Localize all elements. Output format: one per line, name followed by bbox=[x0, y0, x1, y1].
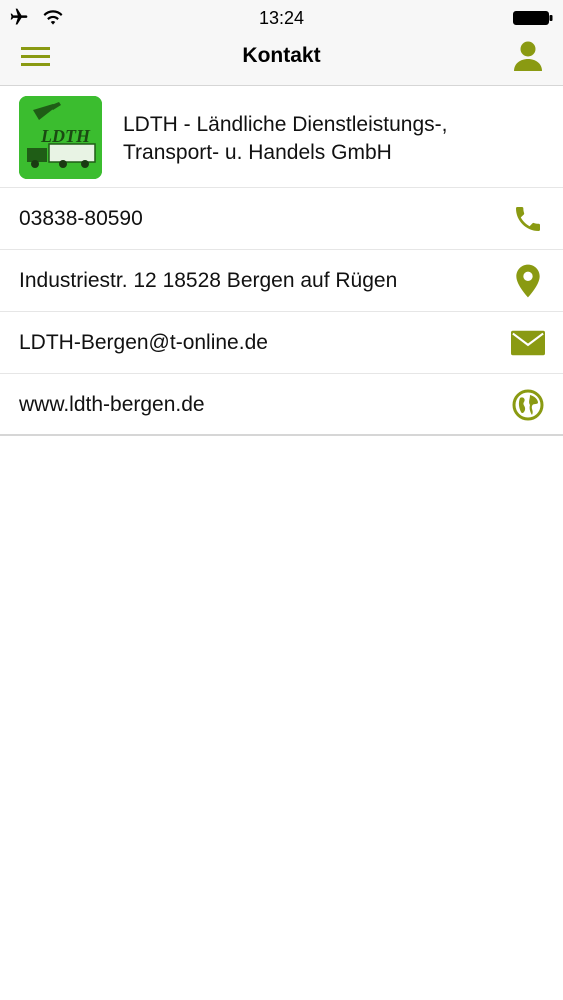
battery-icon bbox=[513, 11, 553, 25]
email-button[interactable] bbox=[511, 326, 545, 360]
mail-icon bbox=[511, 330, 545, 356]
phone-button[interactable] bbox=[511, 202, 545, 236]
profile-icon bbox=[514, 41, 542, 71]
logo-graphic: LDTH bbox=[19, 96, 102, 179]
map-button[interactable] bbox=[511, 264, 545, 298]
page-title: Kontakt bbox=[242, 44, 321, 67]
phone-icon bbox=[516, 207, 540, 231]
contact-row-website[interactable]: www.ldth-bergen.de bbox=[0, 374, 563, 436]
status-bar: 13:24 bbox=[0, 0, 563, 34]
status-time: 13:24 bbox=[258, 8, 305, 28]
contact-row-address[interactable]: Industriestr. 12 18528 Bergen auf Rügen bbox=[0, 250, 563, 312]
website-button[interactable] bbox=[511, 388, 545, 422]
email-address: LDTH-Bergen@t-online.de bbox=[19, 331, 268, 354]
contact-row-phone[interactable]: 03838-80590 bbox=[0, 188, 563, 250]
profile-button[interactable] bbox=[511, 39, 545, 73]
address: Industriestr. 12 18528 Bergen auf Rügen bbox=[19, 269, 398, 292]
nav-bar: Kontakt bbox=[0, 34, 563, 86]
website-url: www.ldth-bergen.de bbox=[19, 393, 205, 416]
svg-text:LDTH: LDTH bbox=[40, 126, 91, 146]
globe-icon bbox=[512, 389, 544, 421]
company-name-line1: LDTH - Ländliche Dienstleistungs-, bbox=[123, 113, 448, 136]
location-pin-icon bbox=[516, 264, 540, 298]
company-name-line2: Transport- u. Handels GmbH bbox=[123, 141, 392, 164]
contact-row-email[interactable]: LDTH-Bergen@t-online.de bbox=[0, 312, 563, 374]
company-logo: LDTH bbox=[19, 96, 102, 179]
company-header: LDTH LDTH - Ländliche Dienstleistungs-, … bbox=[0, 87, 563, 188]
phone-number: 03838-80590 bbox=[19, 207, 143, 230]
company-name: LDTH - Ländliche Dienstleistungs-, Trans… bbox=[123, 111, 543, 167]
contact-list: 03838-80590 Industriestr. 12 18528 Berge… bbox=[0, 188, 563, 436]
